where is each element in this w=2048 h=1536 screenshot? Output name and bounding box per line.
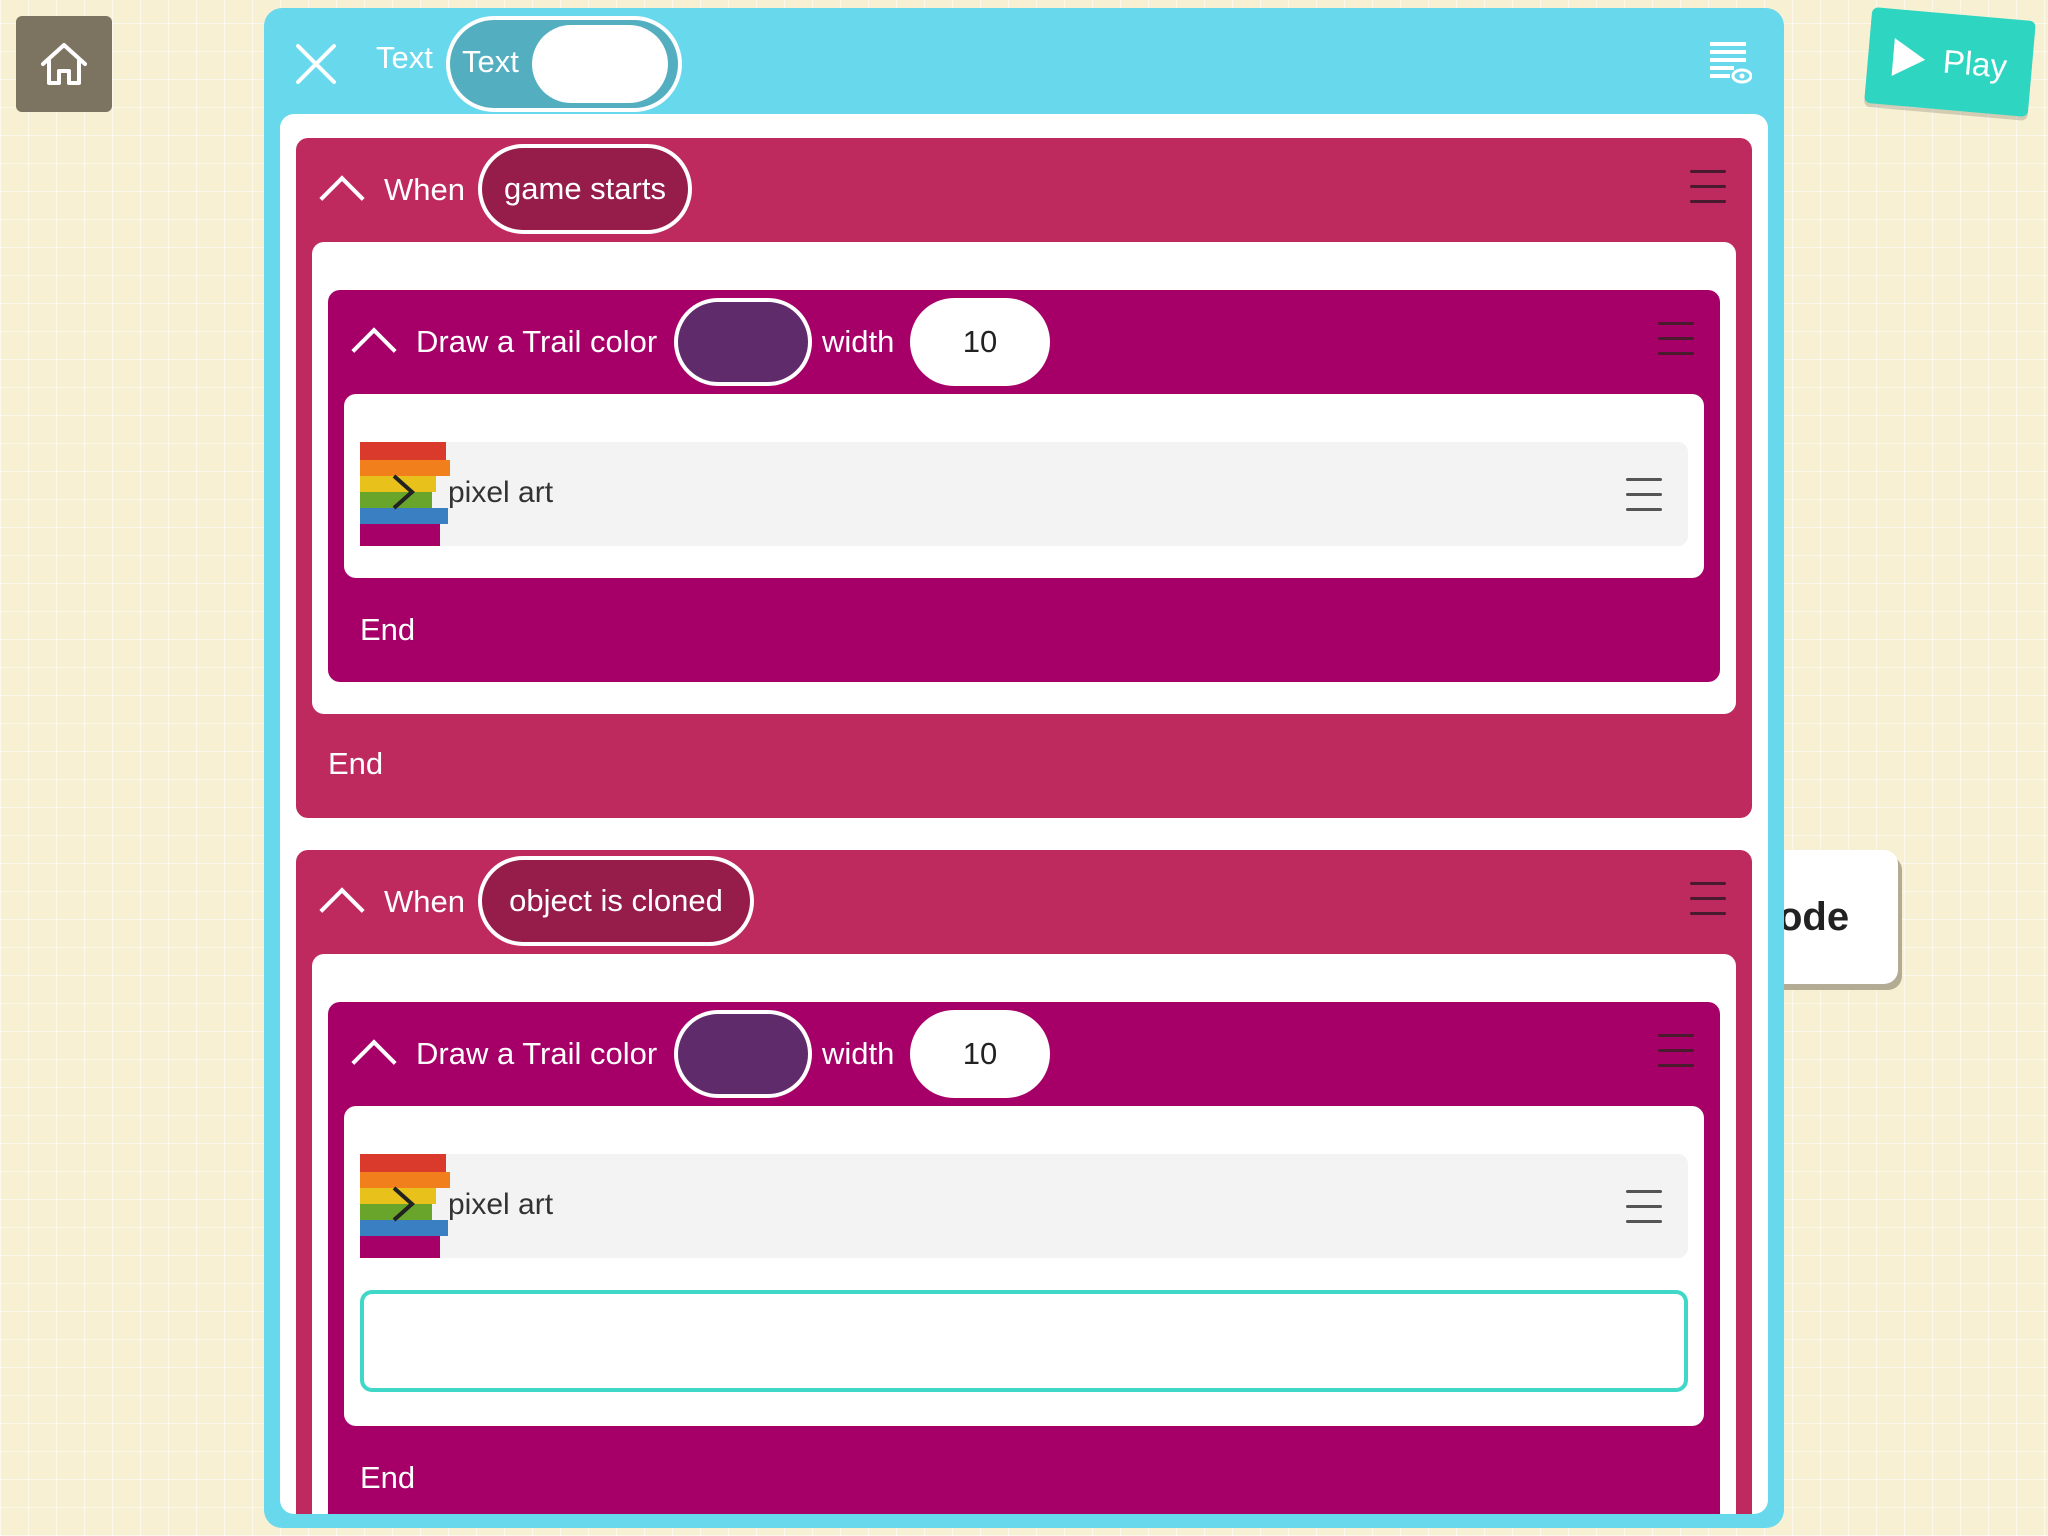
when-block-header: When object is cloned	[296, 850, 1752, 954]
home-button[interactable]	[16, 16, 112, 112]
function-call-block[interactable]: pixel art	[360, 442, 1688, 546]
collapse-chevron-icon[interactable]	[351, 327, 397, 373]
when-label: When	[384, 172, 465, 207]
when-label: When	[384, 884, 465, 919]
trail-color-swatch[interactable]	[674, 1010, 812, 1098]
width-label: width	[822, 324, 895, 359]
draw-trail-label: Draw a Trail color	[416, 1036, 658, 1071]
collapse-chevron-icon[interactable]	[319, 175, 365, 221]
drop-slot[interactable]	[360, 1290, 1688, 1392]
function-call-label: pixel art	[448, 1188, 554, 1221]
toggle-knob	[532, 25, 668, 103]
width-value-input[interactable]: 10	[910, 1010, 1050, 1098]
draw-trail-block[interactable]: Draw a Trail color width 10 pixel art En…	[328, 1002, 1720, 1514]
draw-trail-body: pixel art	[344, 1106, 1704, 1426]
when-block[interactable]: When object is cloned Draw a Trail color…	[296, 850, 1752, 1514]
when-block-header: When game starts	[296, 138, 1752, 242]
block-menu-icon[interactable]	[1690, 170, 1726, 204]
close-icon[interactable]	[294, 42, 338, 86]
rainbow-function-icon	[360, 442, 450, 546]
home-icon	[41, 43, 87, 85]
when-block[interactable]: When game starts Draw a Trail color widt…	[296, 138, 1752, 818]
end-label: End	[360, 1460, 416, 1495]
when-block-body: Draw a Trail color width 10 pixel art En…	[312, 242, 1736, 714]
end-label: End	[360, 612, 416, 647]
event-pill[interactable]: game starts	[478, 144, 692, 234]
collapse-chevron-icon[interactable]	[351, 1039, 397, 1085]
draw-trail-label: Draw a Trail color	[416, 324, 658, 359]
draw-trail-header: Draw a Trail color width 10	[328, 290, 1720, 394]
text-mode-toggle[interactable]: Text	[446, 16, 682, 112]
rainbow-function-icon	[360, 1154, 450, 1258]
block-menu-icon[interactable]	[1658, 1034, 1694, 1068]
trail-color-swatch[interactable]	[674, 298, 812, 386]
event-pill[interactable]: object is cloned	[478, 856, 754, 946]
end-label: End	[328, 746, 384, 781]
block-menu-icon[interactable]	[1626, 478, 1662, 512]
draw-trail-header: Draw a Trail color width 10	[328, 1002, 1720, 1106]
when-block-body: Draw a Trail color width 10 pixel art En…	[312, 954, 1736, 1514]
editor-title: Text	[376, 40, 433, 75]
function-call-block[interactable]: pixel art	[360, 1154, 1688, 1258]
block-menu-icon[interactable]	[1626, 1190, 1662, 1224]
draw-trail-block[interactable]: Draw a Trail color width 10 pixel art En…	[328, 290, 1720, 682]
collapse-chevron-icon[interactable]	[319, 887, 365, 933]
block-menu-icon[interactable]	[1658, 322, 1694, 356]
editor-top-bar: Text Text	[264, 8, 1784, 118]
play-label: Play	[1941, 42, 2009, 85]
code-view-icon[interactable]	[1708, 38, 1752, 86]
play-button[interactable]: Play	[1864, 7, 2036, 117]
width-label: width	[822, 1036, 895, 1071]
function-call-label: pixel art	[448, 476, 554, 509]
code-canvas: When game starts Draw a Trail color widt…	[280, 114, 1768, 1514]
code-editor-panel: Text Text When game starts Draw a Trail …	[264, 8, 1784, 1528]
width-value-input[interactable]: 10	[910, 298, 1050, 386]
play-triangle-icon	[1891, 38, 1927, 79]
code-card-label: ode	[1778, 894, 1850, 939]
draw-trail-body: pixel art	[344, 394, 1704, 578]
block-menu-icon[interactable]	[1690, 882, 1726, 916]
toggle-label: Text	[462, 44, 519, 79]
